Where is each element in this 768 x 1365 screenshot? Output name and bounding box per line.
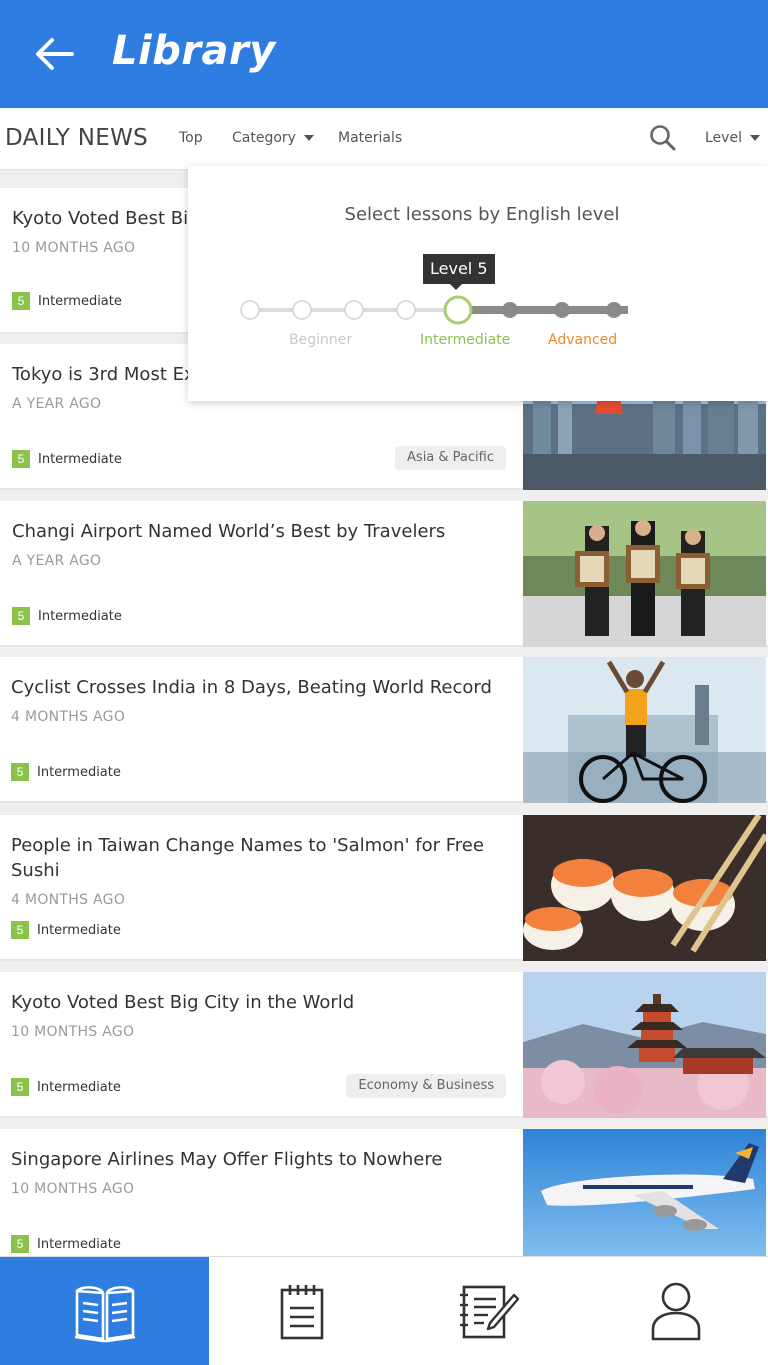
popup-title: Select lessons by English level — [344, 204, 620, 225]
article-age: 10 MONTHS AGO — [11, 1181, 135, 1197]
level-badge: 5 Intermediate — [12, 292, 122, 310]
level-number: 5 — [11, 1235, 29, 1253]
nav-materials[interactable]: Materials — [338, 130, 402, 146]
section-brand: DAILY NEWS — [5, 125, 149, 151]
level-label: Intermediate — [38, 451, 122, 467]
user-icon — [651, 1282, 701, 1340]
tab-exercises[interactable] — [392, 1257, 584, 1365]
level-badge: 5 Intermediate — [11, 1078, 121, 1096]
kyoto-pagoda-image — [523, 972, 766, 1118]
level-label: Intermediate — [37, 1236, 121, 1252]
nav-category-label: Category — [232, 130, 296, 146]
segment-label-advanced: Advanced — [548, 332, 618, 348]
level-number: 5 — [12, 607, 30, 625]
level-label: Intermediate — [37, 764, 121, 780]
tab-library[interactable] — [0, 1257, 209, 1365]
article-card[interactable]: Singapore Airlines May Offer Flights to … — [0, 1129, 768, 1275]
page-title: Library — [112, 28, 276, 74]
level-dot[interactable] — [240, 300, 260, 320]
level-badge: 5 Intermediate — [12, 607, 122, 625]
back-arrow-icon[interactable] — [32, 34, 76, 74]
article-title[interactable]: People in Taiwan Change Names to 'Salmon… — [11, 833, 501, 883]
nav-level-label: Level — [705, 130, 742, 146]
level-badge: 5 Intermediate — [11, 921, 121, 939]
search-icon[interactable] — [648, 123, 678, 153]
level-dot[interactable] — [502, 302, 518, 318]
segment-label-beginner: Beginner — [289, 332, 353, 348]
level-number: 5 — [12, 292, 30, 310]
nav-top-label: Top — [179, 130, 203, 146]
article-title[interactable]: Cyclist Crosses India in 8 Days, Beating… — [11, 675, 501, 700]
level-label: Intermediate — [38, 608, 122, 624]
app-root: Library DAILY NEWS Top Category Material… — [0, 0, 768, 1365]
nav-level-dropdown[interactable]: Level — [705, 130, 760, 146]
article-age: 10 MONTHS AGO — [12, 240, 136, 256]
level-label: Intermediate — [37, 922, 121, 938]
nav-materials-label: Materials — [338, 130, 403, 146]
book-icon — [74, 1285, 135, 1342]
article-title[interactable]: Changi Airport Named World’s Best by Tra… — [12, 519, 502, 544]
article-title[interactable]: Kyoto Voted Best Big City in the World — [11, 990, 501, 1015]
level-dot[interactable] — [396, 300, 416, 320]
article-card[interactable]: Changi Airport Named World’s Best by Tra… — [0, 501, 768, 647]
article-thumbnail[interactable] — [523, 1129, 766, 1275]
tab-notes[interactable] — [206, 1257, 398, 1365]
article-title[interactable]: Singapore Airlines May Offer Flights to … — [11, 1147, 501, 1172]
article-thumbnail[interactable] — [523, 972, 766, 1118]
category-tag[interactable]: Asia & Pacific — [395, 446, 506, 470]
tab-profile[interactable] — [580, 1257, 768, 1365]
segment-label-intermediate: Intermediate — [420, 332, 511, 348]
notebook-pen-icon — [460, 1285, 520, 1338]
airport-award-image — [523, 501, 766, 647]
level-dot[interactable] — [606, 302, 622, 318]
chevron-down-icon — [749, 135, 760, 141]
chevron-down-icon — [303, 135, 314, 141]
article-age: 4 MONTHS AGO — [11, 892, 126, 908]
level-badge: 5 Intermediate — [12, 450, 122, 468]
article-age: A YEAR AGO — [12, 553, 102, 569]
article-thumbnail[interactable] — [523, 815, 766, 961]
level-label: Intermediate — [37, 1079, 121, 1095]
category-tag[interactable]: Economy & Business — [346, 1074, 506, 1098]
article-card[interactable]: People in Taiwan Change Names to 'Salmon… — [0, 815, 768, 961]
app-header: Library — [0, 0, 768, 108]
level-dot[interactable] — [292, 300, 312, 320]
cyclist-image — [523, 657, 766, 803]
level-dot[interactable] — [554, 302, 570, 318]
level-number: 5 — [11, 763, 29, 781]
article-thumbnail[interactable] — [523, 501, 766, 647]
notepad-icon — [280, 1284, 324, 1339]
level-tooltip: Level 5 — [423, 254, 495, 290]
level-selector-popup: Select lessons by English level Level 5 … — [188, 166, 768, 401]
level-number: 5 — [11, 921, 29, 939]
article-card[interactable]: Cyclist Crosses India in 8 Days, Beating… — [0, 657, 768, 803]
article-card[interactable]: Kyoto Voted Best Big City in the World 1… — [0, 972, 768, 1118]
level-badge: 5 Intermediate — [11, 763, 121, 781]
level-dot[interactable] — [344, 300, 364, 320]
airplane-image — [523, 1129, 766, 1275]
article-age: A YEAR AGO — [12, 396, 102, 412]
nav-top[interactable]: Top — [179, 130, 203, 146]
level-number: 5 — [12, 450, 30, 468]
sushi-image — [523, 815, 766, 961]
bottom-tab-bar — [0, 1256, 768, 1365]
level-number: 5 — [11, 1078, 29, 1096]
level-dot-selected[interactable] — [443, 295, 473, 325]
level-label: Intermediate — [38, 293, 122, 309]
article-age: 4 MONTHS AGO — [11, 709, 126, 725]
article-thumbnail[interactable] — [523, 657, 766, 803]
article-age: 10 MONTHS AGO — [11, 1024, 135, 1040]
level-slider[interactable] — [236, 294, 646, 328]
level-badge: 5 Intermediate — [11, 1235, 121, 1253]
nav-category-dropdown[interactable]: Category — [232, 130, 314, 146]
sub-navigation: DAILY NEWS Top Category Materials Level — [0, 108, 768, 170]
